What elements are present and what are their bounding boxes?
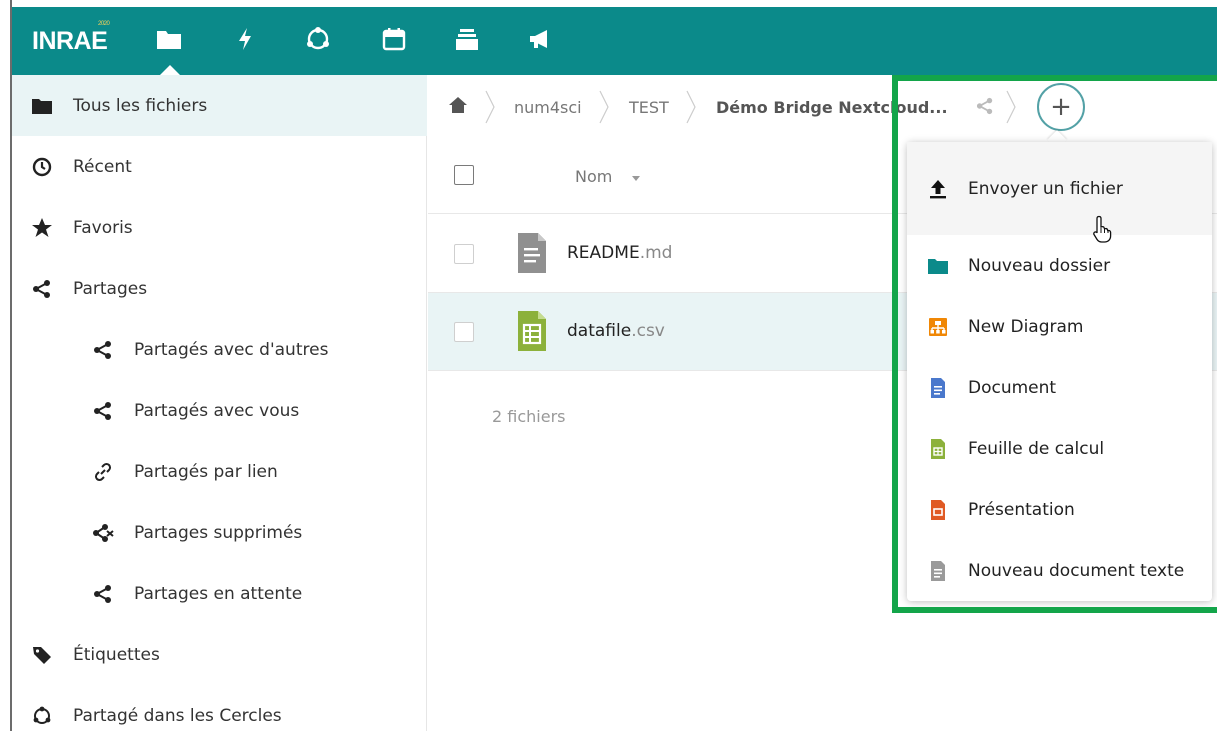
menu-item-presentation[interactable]: Présentation [907,479,1212,540]
sidebar: Tous les fichiers Récent Favoris Partage… [12,75,427,731]
folder-icon [31,95,53,117]
logo-sup: 2020 [98,21,110,27]
breadcrumb-item[interactable]: TEST [629,98,669,117]
menu-item-new-text-document[interactable]: Nouveau document texte [907,540,1212,601]
active-app-caret [160,65,180,75]
file-checkbox[interactable] [454,322,474,342]
menu-item-label: New Diagram [968,316,1084,337]
calendar-icon[interactable] [379,24,409,54]
menu-item-label: Présentation [968,499,1075,520]
text-document-icon [927,560,949,582]
sidebar-item-shared-by-link[interactable]: Partagés par lien [12,441,427,502]
sidebar-item-shared-with-you[interactable]: Partagés avec vous [12,380,427,441]
spreadsheet-icon [927,438,949,460]
sidebar-item-favorites[interactable]: Favoris [12,197,427,258]
clock-icon [31,156,53,178]
text-file-icon [518,233,546,273]
link-icon [92,461,114,483]
menu-item-spreadsheet[interactable]: Feuille de calcul [907,418,1212,479]
add-new-button[interactable]: + [1037,83,1085,131]
menu-item-new-folder[interactable]: Nouveau dossier [907,235,1212,296]
menu-item-document[interactable]: Document [907,357,1212,418]
folder-icon [927,255,949,277]
sidebar-item-label: Partagés avec d'autres [134,339,329,360]
menu-item-upload[interactable]: Envoyer un fichier [907,142,1212,235]
menu-item-label: Document [968,377,1057,398]
sidebar-item-label: Partagé dans les Cercles [73,705,282,726]
diagram-icon [927,316,949,338]
file-basename: README [567,243,640,263]
hand-cursor-icon [1093,215,1112,243]
sidebar-item-pending-shares[interactable]: Partages en attente [12,563,427,624]
announcements-icon[interactable] [526,24,556,54]
breadcrumb: num4sci TEST Démo Bridge Nextcloud... + [428,75,1217,141]
share-icon [92,400,114,422]
new-file-menu: Envoyer un fichier Nouveau dossier New D… [907,142,1212,601]
deck-icon[interactable] [452,24,482,54]
sidebar-item-deleted-shares[interactable]: Partages supprimés [12,502,427,563]
sidebar-item-label: Tous les fichiers [73,95,208,116]
file-name[interactable]: datafile.csv [567,321,665,341]
file-extension: .csv [631,321,665,341]
breadcrumb-current[interactable]: Démo Bridge Nextcloud... [716,98,948,117]
menu-item-label: Nouveau dossier [968,255,1111,276]
star-icon [31,217,53,239]
presentation-icon [927,499,949,521]
sidebar-item-shared-with-others[interactable]: Partagés avec d'autres [12,319,427,380]
share-icon[interactable] [976,97,994,119]
sidebar-item-recent[interactable]: Récent [12,136,427,197]
activity-icon[interactable] [230,24,260,54]
sidebar-item-tags[interactable]: Étiquettes [12,624,427,685]
spreadsheet-file-icon [518,311,546,351]
breadcrumb-separator [599,90,609,124]
file-name[interactable]: README.md [567,243,672,263]
sidebar-item-label: Partagés avec vous [134,400,300,421]
breadcrumb-item[interactable]: num4sci [514,98,582,117]
home-icon[interactable] [448,96,468,118]
sidebar-item-label: Partages supprimés [134,522,303,543]
column-name-header[interactable]: Nom [575,167,612,186]
document-icon [927,377,949,399]
logo-text: INRAE [32,27,108,55]
file-extension: .md [639,243,673,263]
menu-item-label: Feuille de calcul [968,438,1105,459]
plus-icon: + [1050,92,1072,122]
top-header: INRAE 2020 [12,7,1217,75]
share-icon [31,278,53,300]
upload-icon [927,178,949,200]
select-all-checkbox[interactable] [454,165,474,185]
sidebar-item-label: Partagés par lien [134,461,278,482]
sidebar-item-label: Favoris [73,217,133,238]
sidebar-item-label: Partages en attente [134,583,303,604]
file-checkbox[interactable] [454,244,474,264]
tag-icon [31,644,53,666]
breadcrumb-separator [485,90,495,124]
sidebar-item-label: Partages [73,278,148,299]
folder-icon[interactable] [154,24,184,54]
sidebar-item-label: Étiquettes [73,644,160,665]
menu-item-label: Envoyer un fichier [968,178,1123,199]
sort-caret-icon[interactable] [632,176,640,181]
share-deleted-icon [92,522,114,544]
menu-item-new-diagram[interactable]: New Diagram [907,296,1212,357]
sidebar-item-all-files[interactable]: Tous les fichiers [12,75,427,136]
menu-item-label: Nouveau document texte [968,560,1185,581]
circles-icon[interactable] [303,24,333,54]
breadcrumb-separator [686,90,696,124]
share-icon [92,583,114,605]
file-count: 2 fichiers [492,407,566,426]
sidebar-item-label: Récent [73,156,132,177]
file-basename: datafile [567,321,632,341]
breadcrumb-separator [1006,90,1016,124]
sidebar-item-shares[interactable]: Partages [12,258,427,319]
inrae-logo[interactable]: INRAE 2020 [32,21,110,56]
circles-icon [31,705,53,727]
sidebar-item-circles[interactable]: Partagé dans les Cercles [12,685,427,731]
share-icon [92,339,114,361]
